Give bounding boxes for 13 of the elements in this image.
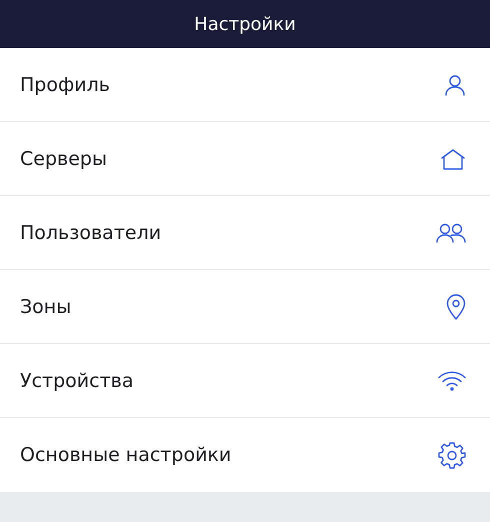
users-icon <box>436 222 466 242</box>
user-icon <box>444 74 466 96</box>
settings-item[interactable]: Пользователи <box>0 196 490 270</box>
settings-item[interactable]: Устройства <box>0 344 490 418</box>
settings-item[interactable]: Серверы <box>0 122 490 196</box>
settings-icon <box>438 441 466 469</box>
home-icon <box>440 148 466 170</box>
wifi-icon <box>438 370 466 390</box>
settings-item[interactable]: Профиль <box>0 48 490 122</box>
location-pin-icon <box>446 294 466 320</box>
settings-item[interactable]: Основные настройки <box>0 418 490 492</box>
settings-item[interactable]: Зоны <box>0 270 490 344</box>
screen-title: Настройки <box>194 14 296 34</box>
